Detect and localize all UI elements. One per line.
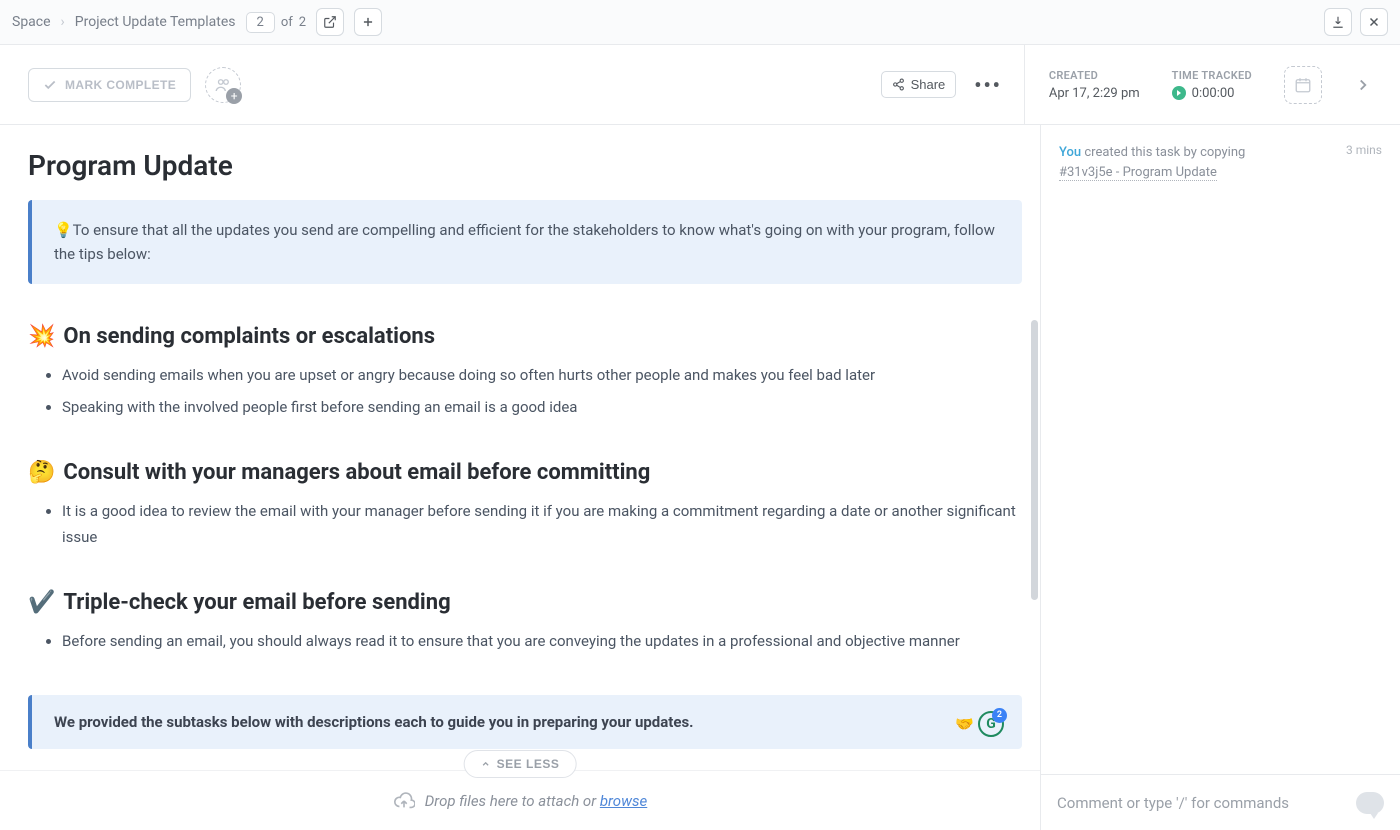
section-heading: Triple-check your email before sending xyxy=(63,590,450,615)
plus-icon: + xyxy=(226,88,242,104)
thinking-icon: 🤔 xyxy=(28,460,55,485)
page-of-label: of xyxy=(281,15,293,30)
subtasks-callout-text: We provided the subtasks below with desc… xyxy=(54,713,694,731)
assignees-button[interactable]: + xyxy=(205,67,241,103)
created-label: CREATED xyxy=(1049,69,1140,82)
created-meta: CREATED Apr 17, 2:29 pm xyxy=(1049,69,1140,101)
page-current[interactable]: 2 xyxy=(246,12,275,33)
created-value: Apr 17, 2:29 pm xyxy=(1049,86,1140,101)
tip-callout: 💡To ensure that all the updates you send… xyxy=(28,200,1022,284)
download-button[interactable] xyxy=(1324,8,1352,36)
breadcrumb-page[interactable]: Project Update Templates xyxy=(75,14,236,30)
task-meta: CREATED Apr 17, 2:29 pm TIME TRACKED 0:0… xyxy=(1024,45,1372,124)
section-heading: Consult with your managers about email b… xyxy=(63,460,650,485)
scrollbar[interactable] xyxy=(1031,320,1038,600)
main-content: Program Update 💡To ensure that all the u… xyxy=(0,125,1040,830)
activity-feed: You created this task by copying #31v3j5… xyxy=(1041,125,1400,200)
add-button[interactable] xyxy=(354,8,382,36)
share-button[interactable]: Share xyxy=(881,71,957,98)
browse-link[interactable]: browse xyxy=(600,792,647,810)
see-less-button[interactable]: SEE LESS xyxy=(464,750,577,778)
close-button[interactable] xyxy=(1360,8,1388,36)
mark-complete-button[interactable]: MARK COMPLETE xyxy=(28,68,191,102)
comment-icon xyxy=(1356,792,1384,814)
chevron-right-icon: › xyxy=(61,14,65,30)
section-consult: 🤔 Consult with your managers about email… xyxy=(28,460,1022,550)
expand-sidebar-button[interactable] xyxy=(1354,76,1372,94)
activity-actor[interactable]: You xyxy=(1059,145,1081,160)
due-date-button[interactable] xyxy=(1284,66,1322,104)
activity-action: created this task by copying xyxy=(1081,145,1245,160)
see-less-label: SEE LESS xyxy=(497,757,560,771)
comment-input[interactable]: Comment or type '/' for commands xyxy=(1041,774,1400,830)
open-new-button[interactable] xyxy=(316,8,344,36)
mark-complete-label: MARK COMPLETE xyxy=(65,78,176,92)
attachment-dropzone[interactable]: Drop files here to attach or browse xyxy=(0,770,1040,830)
activity-time: 3 mins xyxy=(1346,143,1382,157)
section-complaints: 💥 On sending complaints or escalations A… xyxy=(28,324,1022,420)
time-tracked-meta: TIME TRACKED 0:00:00 xyxy=(1172,69,1252,101)
handshake-icon: 🤝 xyxy=(955,715,974,733)
time-tracked-label: TIME TRACKED xyxy=(1172,69,1252,82)
list-item: Speaking with the involved people first … xyxy=(62,395,1022,421)
breadcrumb-root[interactable]: Space xyxy=(12,14,51,30)
activity-item: You created this task by copying #31v3j5… xyxy=(1059,143,1382,182)
more-menu-button[interactable]: ••• xyxy=(974,73,1002,97)
activity-sidebar: You created this task by copying #31v3j5… xyxy=(1040,125,1400,830)
cloud-upload-icon xyxy=(393,790,415,812)
top-bar: Space › Project Update Templates 2 of 2 xyxy=(0,0,1400,45)
comment-placeholder: Comment or type '/' for commands xyxy=(1057,794,1289,812)
activity-source-link[interactable]: #31v3j5e - Program Update xyxy=(1059,165,1217,181)
topbar-right xyxy=(1324,8,1388,36)
task-toolbar: MARK COMPLETE + Share ••• CREATED Apr 17… xyxy=(0,45,1400,125)
section-triple-check: ✔️ Triple-check your email before sendin… xyxy=(28,590,1022,655)
page-counter: 2 of 2 xyxy=(246,12,307,33)
share-label: Share xyxy=(911,77,946,92)
list-item: Before sending an email, you should alwa… xyxy=(62,629,1022,655)
check-icon: ✔️ xyxy=(28,590,55,615)
grammarly-badge[interactable]: G2 xyxy=(978,711,1004,737)
grammarly-count: 2 xyxy=(992,708,1007,723)
breadcrumb: Space › Project Update Templates 2 of 2 xyxy=(12,8,382,36)
list-item: Avoid sending emails when you are upset … xyxy=(62,363,1022,389)
page-total: 2 xyxy=(299,15,306,30)
list-item: It is a good idea to review the email wi… xyxy=(62,499,1022,550)
time-tracked-value: 0:00:00 xyxy=(1192,86,1235,101)
page-title[interactable]: Program Update xyxy=(0,125,1040,200)
doc-body: 💡To ensure that all the updates you send… xyxy=(0,200,1040,770)
play-icon[interactable] xyxy=(1172,86,1186,100)
subtasks-callout: We provided the subtasks below with desc… xyxy=(28,695,1022,749)
collision-icon: 💥 xyxy=(28,324,55,349)
section-heading: On sending complaints or escalations xyxy=(63,324,435,349)
dropzone-text: Drop files here to attach or xyxy=(425,792,600,810)
